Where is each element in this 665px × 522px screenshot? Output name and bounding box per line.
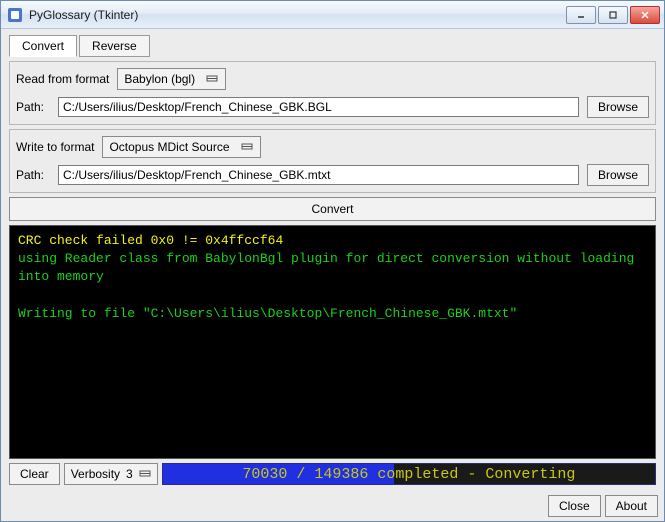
- about-button[interactable]: About: [605, 495, 658, 517]
- convert-button[interactable]: Convert: [9, 197, 656, 221]
- window-title: PyGlossary (Tkinter): [29, 8, 566, 22]
- log-line-warn: CRC check failed 0x0 != 0x4ffccf64: [18, 233, 283, 248]
- clear-button[interactable]: Clear: [9, 463, 60, 485]
- verbosity-combo[interactable]: Verbosity 3: [64, 463, 158, 485]
- write-path-label: Path:: [16, 168, 50, 182]
- tab-reverse[interactable]: Reverse: [79, 35, 150, 57]
- write-browse-button[interactable]: Browse: [587, 164, 649, 186]
- read-format-label: Read from format: [16, 72, 109, 86]
- bottom-bar: Clear Verbosity 3 70030 / 149386 complet…: [9, 463, 656, 485]
- read-path-input[interactable]: [58, 97, 579, 117]
- tab-convert[interactable]: Convert: [9, 35, 77, 57]
- dropdown-icon: [240, 142, 254, 152]
- titlebar[interactable]: PyGlossary (Tkinter): [1, 1, 664, 29]
- read-path-label: Path:: [16, 100, 50, 114]
- write-panel: Write to format Octopus MDict Source Pat…: [9, 129, 656, 193]
- tab-bar: Convert Reverse: [9, 35, 656, 57]
- read-format-combo[interactable]: Babylon (bgl): [117, 68, 226, 90]
- write-format-label: Write to format: [16, 140, 94, 154]
- write-format-value: Octopus MDict Source: [109, 140, 229, 154]
- log-line-info: Writing to file "C:\Users\ilius\Desktop\…: [18, 306, 517, 321]
- window-controls: [566, 6, 660, 24]
- read-panel: Read from format Babylon (bgl) Path: Bro…: [9, 61, 656, 125]
- write-format-combo[interactable]: Octopus MDict Source: [102, 136, 260, 158]
- maximize-button[interactable]: [598, 6, 628, 24]
- client-area: Convert Reverse Read from format Babylon…: [1, 29, 664, 491]
- close-window-button[interactable]: [630, 6, 660, 24]
- log-line-info: using Reader class from BabylonBgl plugi…: [18, 251, 642, 284]
- dropdown-icon: [205, 74, 219, 84]
- close-button[interactable]: Close: [548, 495, 601, 517]
- app-window: PyGlossary (Tkinter) Convert Reverse Rea…: [0, 0, 665, 522]
- verbosity-value: 3: [126, 467, 133, 481]
- read-format-value: Babylon (bgl): [124, 72, 195, 86]
- footer-bar: Close About: [1, 491, 664, 521]
- write-path-input[interactable]: [58, 165, 579, 185]
- verbosity-label: Verbosity: [71, 467, 120, 481]
- progress-bar: 70030 / 149386 completed - Converting: [162, 463, 656, 485]
- dropdown-icon: [139, 467, 151, 481]
- log-console[interactable]: CRC check failed 0x0 != 0x4ffccf64 using…: [9, 225, 656, 459]
- read-browse-button[interactable]: Browse: [587, 96, 649, 118]
- progress-text: 70030 / 149386 completed - Converting: [163, 464, 655, 484]
- minimize-button[interactable]: [566, 6, 596, 24]
- app-icon: [7, 7, 23, 23]
